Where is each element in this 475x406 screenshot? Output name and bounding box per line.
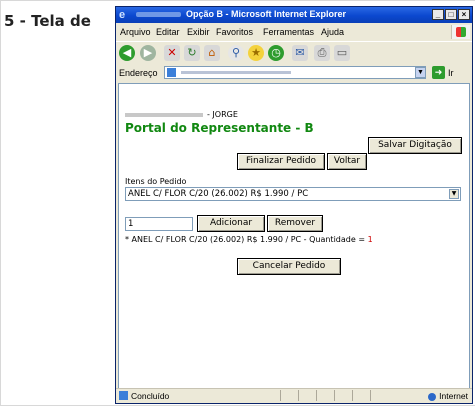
blurred-url [181,71,291,74]
order-items-select[interactable]: ANEL C/ FLOR C/20 (26.002) R$ 1.990 / PC… [125,187,461,201]
print-icon[interactable]: ⎙ [314,45,330,61]
forward-icon[interactable]: ▶ [140,45,156,61]
refresh-icon[interactable]: ↻ [184,45,200,61]
menu-editar[interactable]: Editar [156,27,180,37]
address-input[interactable] [164,66,426,79]
address-bar: Endereço ▼ ➜ Ir [116,64,472,82]
globe-icon [428,392,437,401]
user-line: - JORGE [125,110,238,119]
minimize-button[interactable]: _ [432,9,444,20]
window-controls: _ □ × [432,9,470,20]
add-button[interactable]: Adicionar [197,215,265,232]
title-bar[interactable]: e Opção B - Microsoft Internet Explorer … [116,7,472,23]
address-label: Endereço [119,68,158,78]
status-segment [352,390,367,401]
order-summary-line: * ANEL C/ FLOR C/20 (26.002) R$ 1.990 / … [125,235,373,244]
status-segment [370,390,385,401]
status-segment [280,390,295,401]
status-segment [298,390,313,401]
window-title: Opção B - Microsoft Internet Explorer [186,9,347,19]
stop-icon[interactable]: ✕ [164,45,180,61]
user-suffix: - JORGE [207,110,238,119]
menu-ferramentas[interactable]: Ferramentas [263,27,314,37]
portal-title: Portal do Representante - B [125,121,314,135]
home-icon[interactable]: ⌂ [204,45,220,61]
go-label[interactable]: Ir [448,68,454,78]
back-icon[interactable]: ◀ [119,45,135,61]
status-bar: Concluído Internet [116,388,472,403]
ie-window: e Opção B - Microsoft Internet Explorer … [115,6,473,404]
quantity-input[interactable]: 1 [125,217,193,231]
menu-bar: Arquivo Editar Exibir Favoritos Ferramen… [116,24,472,40]
history-icon[interactable]: ◷ [268,45,284,61]
security-zone: Internet [428,391,468,401]
page-content: - JORGE Portal do Representante - B Salv… [118,83,470,389]
windows-logo-icon [451,25,470,39]
mail-icon[interactable]: ✉ [292,45,308,61]
edit-icon[interactable]: ▭ [334,45,350,61]
slide-heading: 5 - Tela de [4,12,91,30]
blurred-user-name [125,112,203,117]
go-arrow-icon[interactable]: ➜ [432,66,445,79]
page-done-icon [119,391,128,400]
summary-quantity: 1 [367,235,373,244]
blurred-title-prefix [136,12,181,17]
summary-prefix: * ANEL C/ FLOR C/20 (26.002) R$ 1.990 / … [125,235,368,244]
cancel-order-button[interactable]: Cancelar Pedido [237,258,341,275]
menu-ajuda[interactable]: Ajuda [321,27,344,37]
search-icon[interactable]: ⚲ [228,45,244,61]
status-segment [334,390,349,401]
ie-logo-icon: e [119,9,126,21]
address-dropdown-icon[interactable]: ▼ [415,67,426,78]
page-icon [167,68,176,77]
toolbar: ◀ ▶ ✕ ↻ ⌂ ⚲ ★ ◷ ✉ ⎙ ▭ [116,41,472,65]
remove-button[interactable]: Remover [267,215,323,232]
menu-arquivo[interactable]: Arquivo [120,27,151,37]
favorites-icon[interactable]: ★ [248,45,264,61]
selected-item-text: ANEL C/ FLOR C/20 (26.002) R$ 1.990 / PC [128,189,309,199]
finish-order-button[interactable]: Finalizar Pedido [237,153,325,170]
maximize-button[interactable]: □ [445,9,457,20]
chevron-down-icon[interactable]: ▼ [449,189,459,199]
close-button[interactable]: × [458,9,470,20]
status-segment [316,390,331,401]
menu-favoritos[interactable]: Favoritos [216,27,253,37]
order-items-label: Itens do Pedido [125,177,187,186]
save-draft-button[interactable]: Salvar Digitação [368,137,462,154]
zone-label: Internet [439,391,468,401]
back-button[interactable]: Voltar [327,153,367,170]
status-text: Concluído [131,391,170,401]
menu-exibir[interactable]: Exibir [187,27,210,37]
